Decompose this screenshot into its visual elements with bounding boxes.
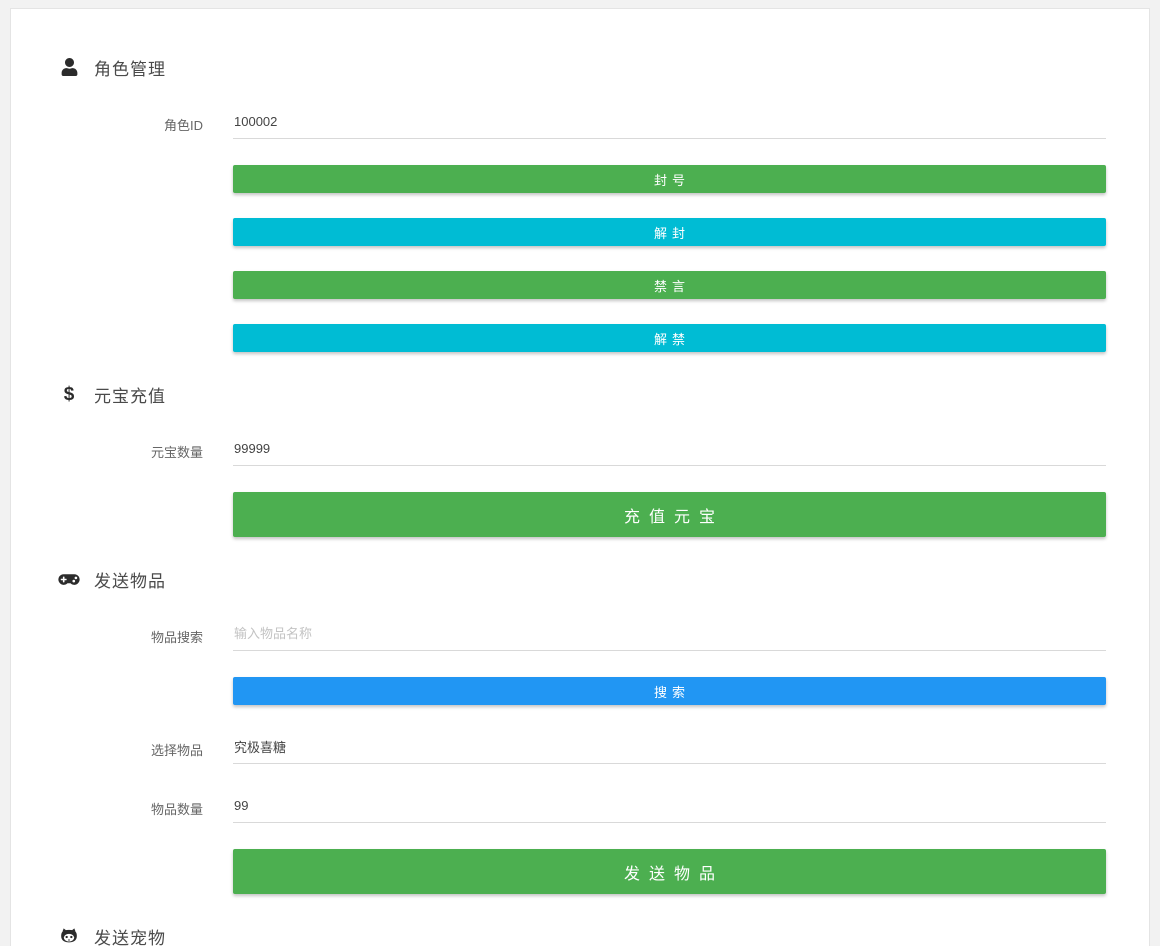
send-item-button[interactable]: 发送物品 <box>233 849 1106 894</box>
unmute-button-row: 解禁 <box>233 324 1106 352</box>
role-id-input[interactable] <box>233 106 1106 139</box>
item-quantity-field-wrap <box>233 790 1106 823</box>
ban-button-row: 封号 <box>233 165 1106 193</box>
recharge-yuanbao-button[interactable]: 充值元宝 <box>233 492 1106 537</box>
send-pet-header: 发送宠物 <box>56 923 1106 946</box>
section-title-send-item: 发送物品 <box>94 567 166 592</box>
item-select-row: 选择物品 <box>11 731 1149 764</box>
item-quantity-label: 物品数量 <box>11 790 203 818</box>
unban-button[interactable]: 解封 <box>233 218 1106 246</box>
item-search-field-wrap <box>233 618 1106 651</box>
yuanbao-amount-field-wrap <box>233 433 1106 466</box>
recharge-button-row: 充值元宝 <box>233 492 1106 537</box>
send-item-header: 发送物品 <box>56 566 1106 592</box>
section-send-pet: 发送宠物 宠物搜索 <box>11 923 1149 946</box>
mute-button[interactable]: 禁言 <box>233 271 1106 299</box>
user-icon <box>56 58 82 76</box>
section-send-item: 发送物品 物品搜索 搜索 选择物品 物品数量 发送物品 <box>11 566 1149 894</box>
yuanbao-amount-row: 元宝数量 <box>11 433 1149 466</box>
item-search-row: 物品搜索 <box>11 618 1149 651</box>
section-role-management: 角色管理 角色ID 封号 解封 禁言 解禁 <box>11 54 1149 352</box>
role-management-header: 角色管理 <box>56 54 1106 80</box>
item-quantity-input[interactable] <box>233 790 1106 823</box>
role-id-row: 角色ID <box>11 106 1149 139</box>
send-item-button-row: 发送物品 <box>233 849 1106 894</box>
admin-panel-card: 角色管理 角色ID 封号 解封 禁言 解禁 $ 元宝充值 元宝数量 <box>10 8 1150 946</box>
item-search-button[interactable]: 搜索 <box>233 677 1106 705</box>
unmute-button[interactable]: 解禁 <box>233 324 1106 352</box>
section-yuanbao-recharge: $ 元宝充值 元宝数量 充值元宝 <box>11 381 1149 537</box>
unban-button-row: 解封 <box>233 218 1106 246</box>
gamepad-icon <box>56 571 82 588</box>
section-title-recharge: 元宝充值 <box>94 382 166 407</box>
role-id-label: 角色ID <box>11 106 203 134</box>
item-quantity-row: 物品数量 <box>11 790 1149 823</box>
item-search-label: 物品搜索 <box>11 618 203 646</box>
item-search-input[interactable] <box>233 618 1106 651</box>
yuanbao-amount-input[interactable] <box>233 433 1106 466</box>
ban-button[interactable]: 封号 <box>233 165 1106 193</box>
section-title-role: 角色管理 <box>94 55 166 80</box>
mute-button-row: 禁言 <box>233 271 1106 299</box>
item-select-field-wrap <box>233 731 1106 764</box>
github-cat-icon <box>56 927 82 945</box>
section-title-send-pet: 发送宠物 <box>94 924 166 946</box>
item-search-button-row: 搜索 <box>233 677 1106 705</box>
role-id-field-wrap <box>233 106 1106 139</box>
dollar-icon: $ <box>56 385 82 404</box>
item-select-label: 选择物品 <box>11 731 203 759</box>
yuanbao-amount-label: 元宝数量 <box>11 433 203 461</box>
recharge-header: $ 元宝充值 <box>56 381 1106 407</box>
item-select-field[interactable] <box>233 731 1106 764</box>
